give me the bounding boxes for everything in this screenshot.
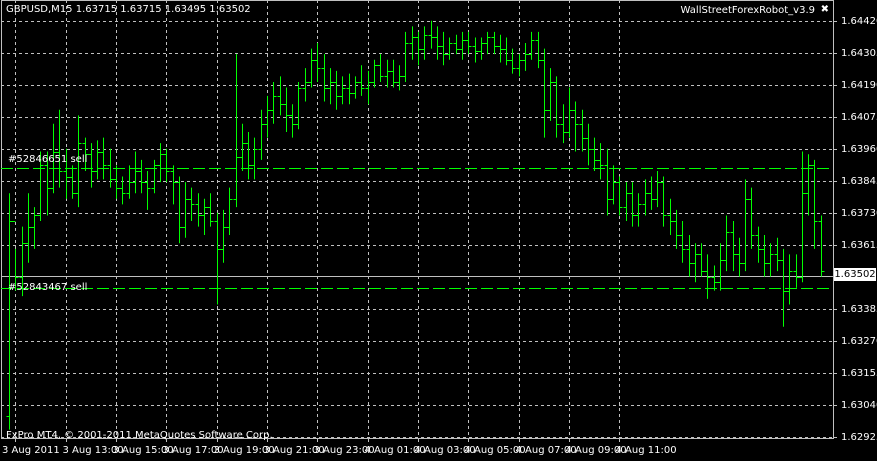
price-tick-label: 1.63385 xyxy=(841,303,877,315)
price-tick-label: 1.64075 xyxy=(841,111,877,123)
price-tick-label: 1.64305 xyxy=(841,47,877,59)
expert-advisor-label: WallStreetForexRobot_v3.9 xyxy=(680,5,815,16)
price-tick-label: 1.63845 xyxy=(841,175,877,187)
close-icon[interactable]: ✖ xyxy=(821,4,829,16)
price-tick-label: 1.63270 xyxy=(841,335,877,347)
price-tick-label: 1.63960 xyxy=(841,143,877,155)
order-label-2[interactable]: #52843467 sell xyxy=(8,282,87,294)
price-chart[interactable] xyxy=(0,0,877,461)
price-tick-label: 1.63155 xyxy=(841,367,877,379)
time-tick-label: 4 Aug 11:00 xyxy=(615,445,677,456)
price-tick-label: 1.64420 xyxy=(841,15,877,27)
price-tick-label: 1.64190 xyxy=(841,79,877,91)
price-tick-label: 1.63040 xyxy=(841,399,877,411)
current-price-tag: 1.63502 xyxy=(834,268,876,281)
copyright-text: FxPro MT4, © 2001-2011 MetaQuotes Softwa… xyxy=(6,430,273,441)
symbol-header: GBPUSD,M15 1.63715 1.63715 1.63495 1.635… xyxy=(6,4,251,15)
price-tick-label: 1.63615 xyxy=(841,239,877,251)
time-tick-label: 3 Aug 2011 xyxy=(2,445,60,456)
price-tick-label: 1.62925 xyxy=(841,431,877,443)
price-tick-label: 1.63730 xyxy=(841,207,877,219)
order-label-1[interactable]: #52846651 sell xyxy=(8,154,87,166)
plot-frame xyxy=(1,0,834,439)
